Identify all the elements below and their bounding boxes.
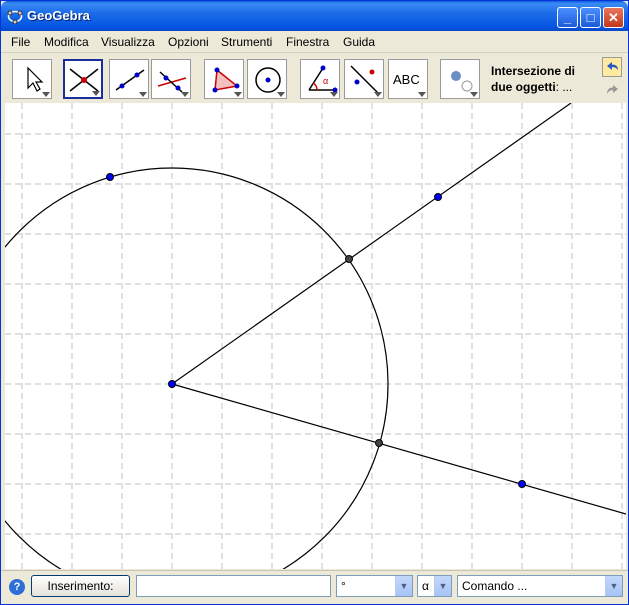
ray-lower-point[interactable] bbox=[518, 480, 526, 488]
redo-button[interactable] bbox=[602, 81, 622, 101]
menu-bar: File Modifica Visualizza Opzioni Strumen… bbox=[1, 31, 628, 53]
command-combo[interactable]: Comando ... ▼ bbox=[457, 575, 623, 597]
ray-lower[interactable] bbox=[171, 383, 626, 515]
geogebra-app-icon bbox=[7, 10, 23, 24]
chevron-down-icon[interactable]: ▼ bbox=[395, 576, 412, 596]
ray-upper-point[interactable] bbox=[434, 193, 442, 201]
undo-button[interactable] bbox=[602, 57, 622, 77]
text-tool-button[interactable]: ABC bbox=[388, 59, 428, 99]
grid bbox=[5, 103, 626, 569]
command-combo-value: Comando ... bbox=[462, 579, 528, 593]
input-button[interactable]: Inserimento: bbox=[31, 575, 130, 597]
maximize-button[interactable]: □ bbox=[580, 7, 601, 28]
input-bar: ? Inserimento: ° ▼ α ▼ Comando ... ▼ bbox=[1, 570, 628, 604]
circle-point[interactable] bbox=[106, 173, 114, 181]
menu-visualizza[interactable]: Visualizza bbox=[101, 35, 155, 49]
menu-guida[interactable]: Guida bbox=[343, 35, 375, 49]
move-tool-button[interactable] bbox=[12, 59, 52, 99]
chevron-down-icon[interactable]: ▼ bbox=[605, 576, 622, 596]
window-title: GeoGebra bbox=[27, 8, 90, 23]
line-tool-button[interactable] bbox=[109, 59, 149, 99]
close-button[interactable]: ✕ bbox=[603, 7, 624, 28]
intersection-point-lower[interactable] bbox=[375, 439, 383, 447]
svg-text:α: α bbox=[323, 76, 328, 86]
menu-file[interactable]: File bbox=[11, 35, 30, 49]
help-icon[interactable]: ? bbox=[9, 579, 25, 595]
symbol-combo[interactable]: ° ▼ bbox=[336, 575, 413, 597]
menu-modifica[interactable]: Modifica bbox=[44, 35, 89, 49]
show-hide-tool-button[interactable] bbox=[440, 59, 480, 99]
svg-text:ABC: ABC bbox=[393, 72, 420, 87]
tool-description-suffix: : ... bbox=[555, 80, 573, 94]
symbol-combo-value: ° bbox=[341, 579, 346, 593]
minimize-button[interactable]: _ bbox=[557, 7, 578, 28]
undo-icon bbox=[607, 62, 618, 70]
menu-opzioni[interactable]: Opzioni bbox=[168, 35, 209, 49]
geogebra-window: GeoGebra _ □ ✕ File Modifica Visualizza … bbox=[0, 0, 629, 605]
perpendicular-tool-button[interactable] bbox=[151, 59, 191, 99]
chevron-down-icon[interactable]: ▼ bbox=[434, 576, 451, 596]
input-field[interactable] bbox=[136, 575, 331, 597]
intersection-point-upper[interactable] bbox=[345, 255, 353, 263]
title-bar[interactable]: GeoGebra _ □ ✕ bbox=[1, 1, 628, 31]
geometry-canvas[interactable] bbox=[5, 103, 626, 569]
circle-tool-button[interactable] bbox=[247, 59, 287, 99]
reflect-tool-button[interactable] bbox=[344, 59, 384, 99]
greek-combo[interactable]: α ▼ bbox=[417, 575, 452, 597]
polygon-tool-button[interactable] bbox=[204, 59, 244, 99]
menu-finestra[interactable]: Finestra bbox=[286, 35, 329, 49]
center-point[interactable] bbox=[168, 380, 176, 388]
angle-tool-button[interactable]: α bbox=[300, 59, 340, 99]
greek-combo-value: α bbox=[422, 579, 429, 593]
intersect-tool-button[interactable] bbox=[63, 59, 103, 99]
graphics-view[interactable] bbox=[5, 103, 626, 569]
menu-strumenti[interactable]: Strumenti bbox=[221, 35, 272, 49]
redo-icon bbox=[607, 85, 618, 94]
toolbar: α ABC Intersezione di due oggetti: ... bbox=[1, 53, 628, 103]
tool-description: Intersezione di due oggetti: ... bbox=[491, 63, 591, 95]
circle-c[interactable] bbox=[5, 167, 389, 569]
